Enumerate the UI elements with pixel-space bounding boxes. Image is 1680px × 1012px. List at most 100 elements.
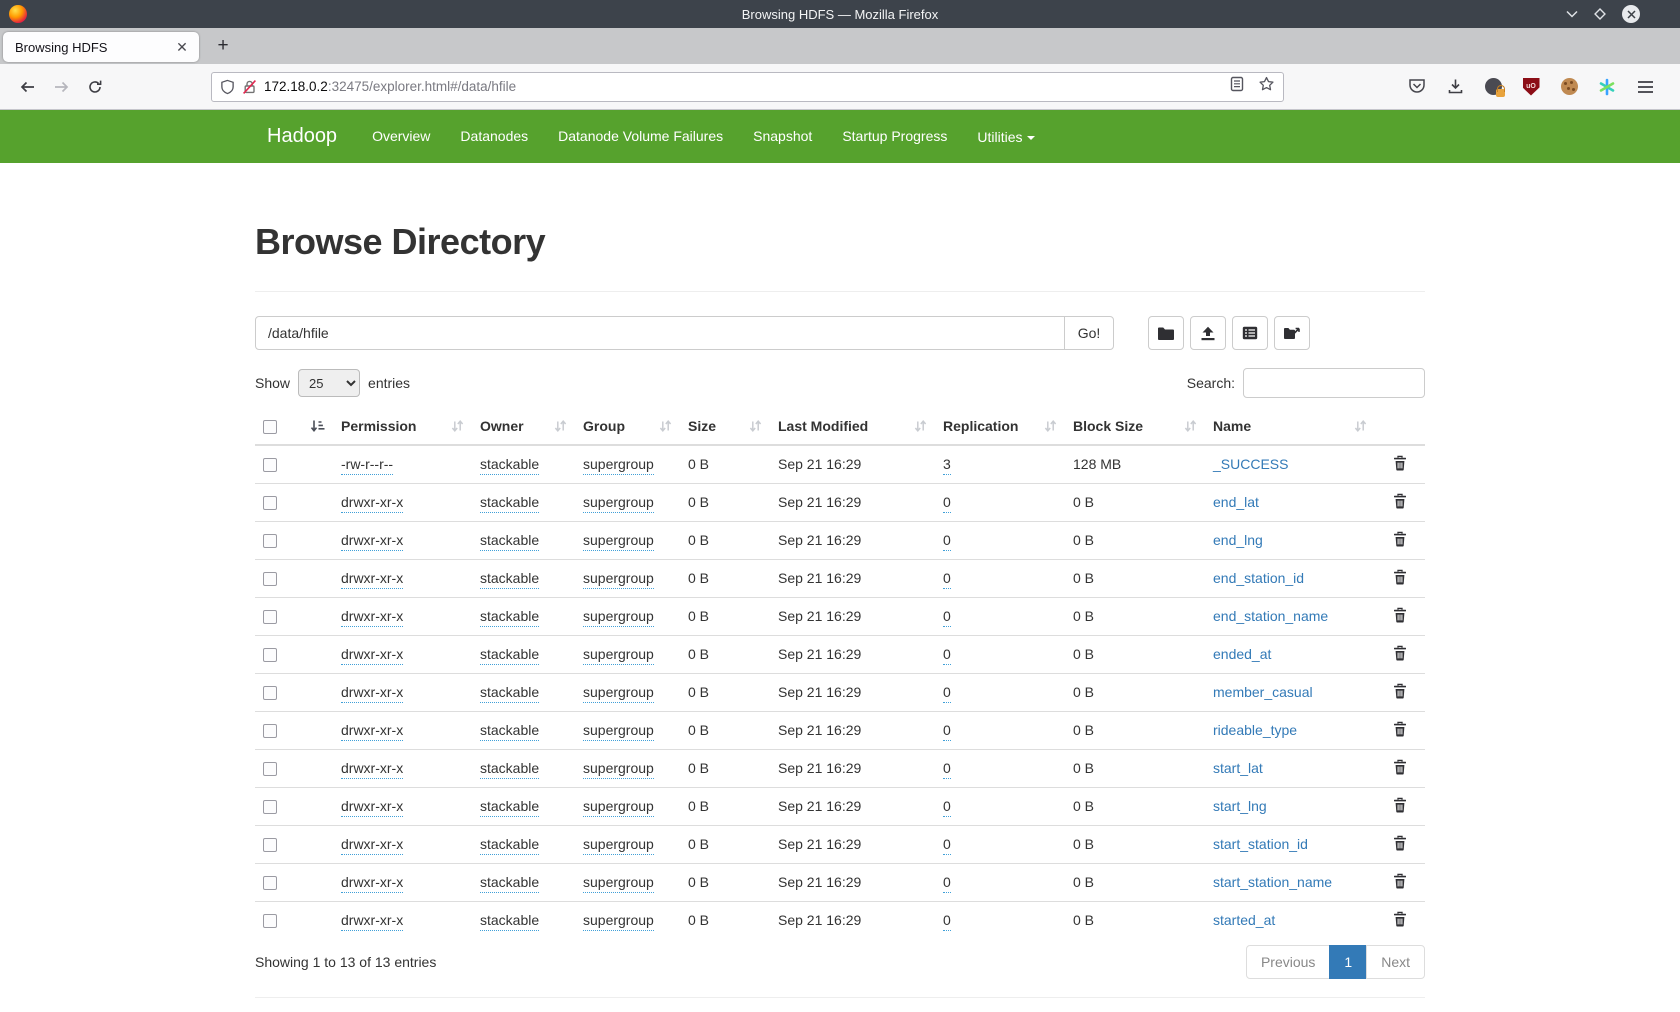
permission-value[interactable]: drwxr-xr-x <box>341 532 403 551</box>
row-checkbox[interactable] <box>263 534 277 548</box>
nav-item-datanode-volume-failures[interactable]: Datanode Volume Failures <box>543 128 738 144</box>
maximize-button[interactable] <box>1593 7 1607 21</box>
set-quota-button[interactable] <box>1232 316 1268 350</box>
tracking-shield-icon[interactable] <box>220 79 235 95</box>
new-tab-button[interactable]: + <box>209 32 237 60</box>
permission-value[interactable]: drwxr-xr-x <box>341 798 403 817</box>
directory-path-input[interactable] <box>255 316 1065 350</box>
delete-button[interactable] <box>1393 914 1407 930</box>
downloads-icon[interactable] <box>1444 76 1466 98</box>
replication-value[interactable]: 3 <box>943 456 951 475</box>
delete-button[interactable] <box>1393 572 1407 588</box>
file-link[interactable]: end_station_id <box>1213 570 1304 586</box>
file-link[interactable]: started_at <box>1213 912 1275 928</box>
replication-value[interactable]: 0 <box>943 684 951 703</box>
row-checkbox[interactable] <box>263 572 277 586</box>
nav-item-overview[interactable]: Overview <box>357 128 445 144</box>
permission-value[interactable]: -rw-r--r-- <box>341 456 393 475</box>
group-value[interactable]: supergroup <box>583 532 654 551</box>
group-value[interactable]: supergroup <box>583 684 654 703</box>
replication-value[interactable]: 0 <box>943 874 951 893</box>
owner-value[interactable]: stackable <box>480 760 539 779</box>
column-header-size[interactable]: Size <box>680 410 770 445</box>
permission-value[interactable]: drwxr-xr-x <box>341 494 403 513</box>
owner-value[interactable]: stackable <box>480 646 539 665</box>
delete-button[interactable] <box>1393 800 1407 816</box>
delete-button[interactable] <box>1393 458 1407 474</box>
forward-button[interactable] <box>44 71 78 103</box>
column-header-replication[interactable]: Replication <box>935 410 1065 445</box>
permission-value[interactable]: drwxr-xr-x <box>341 722 403 741</box>
replication-value[interactable]: 0 <box>943 760 951 779</box>
column-header-last-modified[interactable]: Last Modified <box>770 410 935 445</box>
row-checkbox[interactable] <box>263 496 277 510</box>
delete-button[interactable] <box>1393 762 1407 778</box>
pocket-icon[interactable] <box>1406 76 1428 98</box>
group-value[interactable]: supergroup <box>583 874 654 893</box>
delete-button[interactable] <box>1393 724 1407 740</box>
row-checkbox[interactable] <box>263 800 277 814</box>
close-button[interactable] <box>1622 5 1640 23</box>
row-checkbox[interactable] <box>263 914 277 928</box>
replication-value[interactable]: 0 <box>943 836 951 855</box>
file-link[interactable]: member_casual <box>1213 684 1313 700</box>
owner-value[interactable]: stackable <box>480 874 539 893</box>
replication-value[interactable]: 0 <box>943 912 951 931</box>
page-1-button[interactable]: 1 <box>1329 945 1367 979</box>
group-value[interactable]: supergroup <box>583 836 654 855</box>
owner-value[interactable]: stackable <box>480 456 539 475</box>
menu-hamburger-icon[interactable] <box>1634 76 1656 98</box>
delete-button[interactable] <box>1393 838 1407 854</box>
column-header-owner[interactable]: Owner <box>472 410 575 445</box>
colorful-asterisk-extension-icon[interactable] <box>1596 76 1618 98</box>
nav-item-startup-progress[interactable]: Startup Progress <box>827 128 962 144</box>
minimize-button[interactable] <box>1566 10 1578 18</box>
group-value[interactable]: supergroup <box>583 798 654 817</box>
replication-value[interactable]: 0 <box>943 608 951 627</box>
delete-button[interactable] <box>1393 534 1407 550</box>
go-button[interactable]: Go! <box>1064 316 1114 350</box>
upload-files-button[interactable] <box>1190 316 1226 350</box>
row-checkbox[interactable] <box>263 686 277 700</box>
replication-value[interactable]: 0 <box>943 798 951 817</box>
owner-value[interactable]: stackable <box>480 684 539 703</box>
row-checkbox[interactable] <box>263 838 277 852</box>
close-tab-icon[interactable]: ✕ <box>171 36 193 58</box>
file-link[interactable]: ended_at <box>1213 646 1271 662</box>
group-value[interactable]: supergroup <box>583 646 654 665</box>
group-value[interactable]: supergroup <box>583 608 654 627</box>
replication-value[interactable]: 0 <box>943 646 951 665</box>
file-link[interactable]: start_lat <box>1213 760 1263 776</box>
delete-button[interactable] <box>1393 610 1407 626</box>
noscript-extension-icon[interactable] <box>1482 76 1504 98</box>
file-link[interactable]: end_lng <box>1213 532 1263 548</box>
nav-item-snapshot[interactable]: Snapshot <box>738 128 827 144</box>
back-button[interactable] <box>10 71 44 103</box>
owner-value[interactable]: stackable <box>480 570 539 589</box>
select-all-checkbox[interactable] <box>263 420 277 434</box>
page-size-select[interactable]: 25 <box>298 369 360 397</box>
search-input[interactable] <box>1243 368 1425 398</box>
row-checkbox[interactable] <box>263 648 277 662</box>
hadoop-brand[interactable]: Hadoop <box>267 125 337 148</box>
row-checkbox[interactable] <box>263 610 277 624</box>
file-link[interactable]: _SUCCESS <box>1213 456 1288 472</box>
previous-page-button[interactable]: Previous <box>1246 945 1330 979</box>
replication-value[interactable]: 0 <box>943 570 951 589</box>
file-link[interactable]: start_station_id <box>1213 836 1308 852</box>
owner-value[interactable]: stackable <box>480 836 539 855</box>
owner-value[interactable]: stackable <box>480 532 539 551</box>
column-header-block-size[interactable]: Block Size <box>1065 410 1205 445</box>
row-checkbox[interactable] <box>263 458 277 472</box>
replication-value[interactable]: 0 <box>943 532 951 551</box>
row-checkbox[interactable] <box>263 876 277 890</box>
bookmark-star-icon[interactable] <box>1258 76 1275 97</box>
permission-value[interactable]: drwxr-xr-x <box>341 570 403 589</box>
group-value[interactable]: supergroup <box>583 570 654 589</box>
delete-button[interactable] <box>1393 648 1407 664</box>
permission-value[interactable]: drwxr-xr-x <box>341 760 403 779</box>
cookie-extension-icon[interactable] <box>1558 76 1580 98</box>
row-checkbox[interactable] <box>263 762 277 776</box>
insecure-lock-icon[interactable] <box>242 79 257 95</box>
permission-value[interactable]: drwxr-xr-x <box>341 684 403 703</box>
